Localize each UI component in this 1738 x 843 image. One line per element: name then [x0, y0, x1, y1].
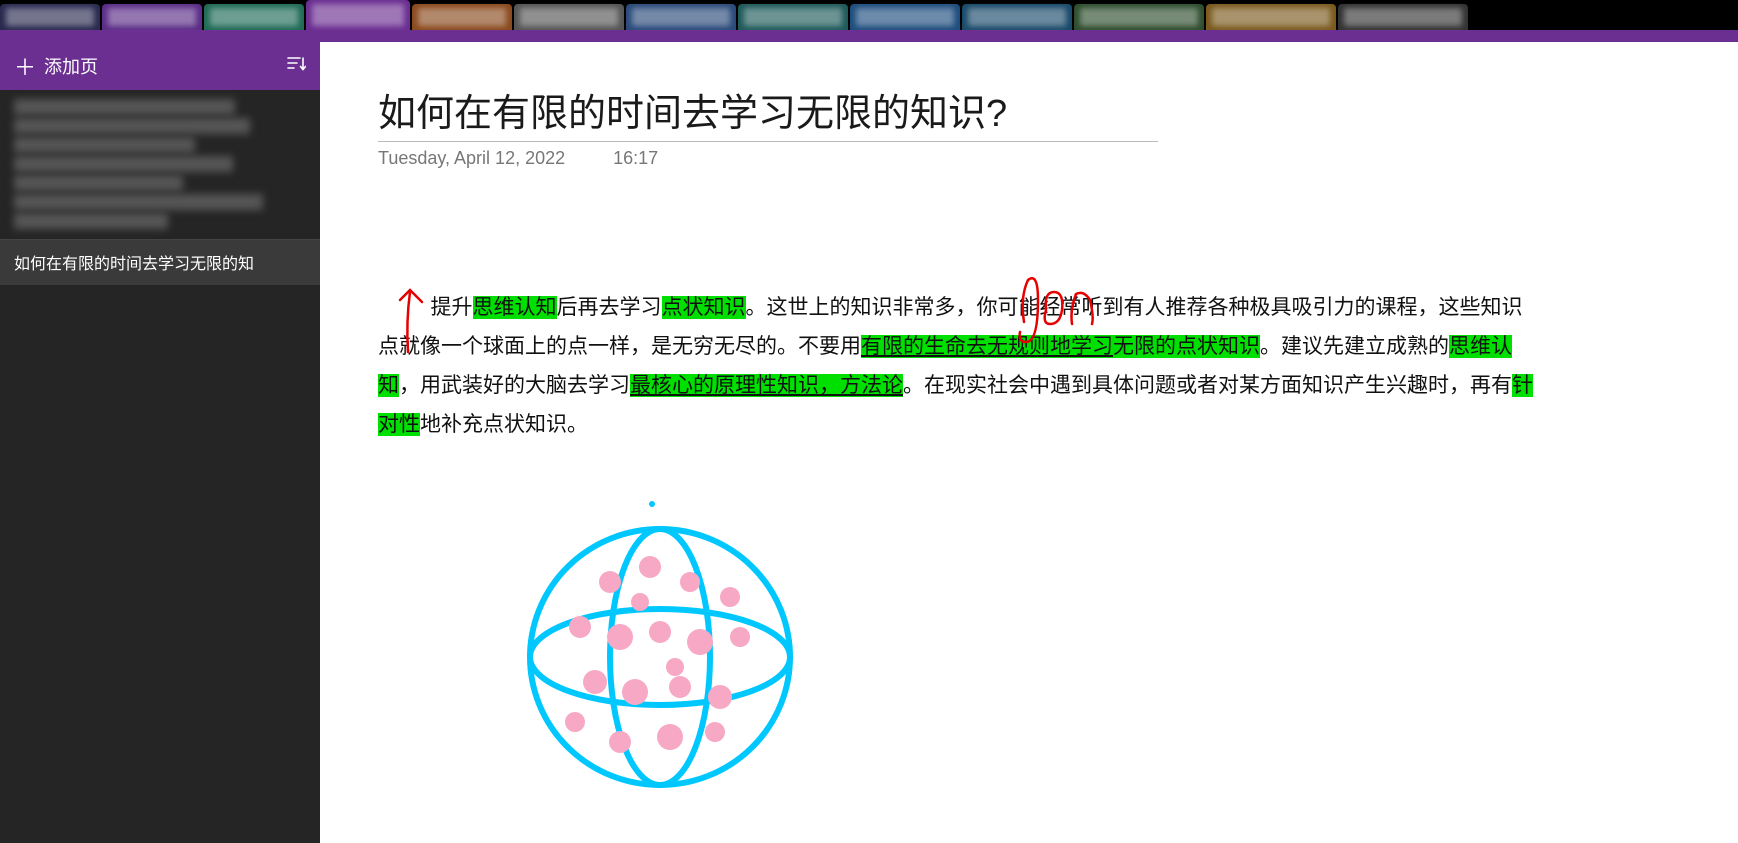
section-tab-label-redacted	[312, 4, 404, 26]
section-tab-label-redacted	[6, 8, 94, 26]
body-text: 地补充点状知识。	[420, 413, 588, 436]
note-canvas[interactable]: 如何在有限的时间去学习无限的知识? Tuesday, April 12, 202…	[320, 42, 1738, 843]
section-tab-label-redacted	[744, 8, 842, 26]
section-tab[interactable]	[626, 4, 736, 30]
section-tab[interactable]	[0, 4, 100, 30]
note-title[interactable]: 如何在有限的时间去学习无限的知识?	[378, 82, 1158, 142]
section-tab[interactable]	[102, 4, 202, 30]
highlighted-text: 有限的生命去无规则地学习	[861, 335, 1113, 358]
section-tab-label-redacted	[632, 8, 730, 26]
highlighted-text: 最核心的原理性知识，方法论	[630, 374, 903, 397]
note-meta: Tuesday, April 12, 2022 16:17	[378, 148, 1678, 169]
section-tab[interactable]	[412, 4, 512, 30]
body-text: 提升	[431, 296, 473, 319]
body-text: 。在现实社会中遇到具体问题或者对某方面知识产生兴趣时，再有	[903, 374, 1512, 397]
section-tab[interactable]	[962, 4, 1072, 30]
page-item-redacted-group[interactable]	[0, 90, 320, 239]
section-tab-label-redacted	[108, 8, 196, 26]
note-date: Tuesday, April 12, 2022	[378, 148, 565, 169]
add-page-button[interactable]: ＋ 添加页	[14, 50, 98, 82]
section-tab-label-redacted	[520, 8, 618, 26]
section-tab[interactable]	[738, 4, 848, 30]
add-page-label: 添加页	[44, 53, 98, 79]
cyan-sphere-ink	[530, 501, 790, 785]
highlighted-text: 点状知识	[662, 296, 746, 319]
section-tab[interactable]	[1338, 4, 1468, 30]
section-tab-label-redacted	[856, 8, 954, 26]
body-text: 。建议先建立成熟的	[1260, 335, 1449, 358]
page-list[interactable]: 如何在有限的时间去学习无限的知	[0, 90, 320, 843]
note-container: 如何在有限的时间去学习无限的知识? Tuesday, April 12, 202…	[378, 82, 1678, 444]
section-tab[interactable]	[1206, 4, 1336, 30]
section-tab[interactable]	[1074, 4, 1204, 30]
page-sidebar: ＋ 添加页 如何在有限的时间去学习无限的知	[0, 42, 320, 843]
section-tab-label-redacted	[968, 8, 1066, 26]
note-body[interactable]: 提升思维认知后再去学习点状知识。这世上的知识非常多，你可能经常听到有人推荐各种极…	[378, 289, 1538, 444]
section-tab-label-redacted	[1212, 8, 1330, 26]
pink-dots-ink	[565, 556, 750, 753]
sort-descending-icon	[286, 55, 306, 73]
note-time: 16:17	[613, 148, 658, 169]
highlighted-text: 无限的点状知识	[1113, 335, 1260, 358]
section-header-bar	[0, 30, 1738, 42]
plus-icon: ＋	[14, 50, 36, 82]
notebook-section-tabs	[0, 0, 1738, 30]
sort-pages-button[interactable]	[286, 55, 306, 78]
body-text: ，用武装好的大脑去学习	[399, 374, 630, 397]
highlighted-text: 思维认知	[473, 296, 557, 319]
section-tab[interactable]	[306, 0, 410, 30]
body-text: 后再去学习	[557, 296, 662, 319]
section-tab[interactable]	[850, 4, 960, 30]
section-tab-label-redacted	[1080, 8, 1198, 26]
section-tab[interactable]	[514, 4, 624, 30]
sidebar-toolbar: ＋ 添加页	[0, 42, 320, 90]
section-tab-label-redacted	[210, 8, 298, 26]
section-tab-label-redacted	[1344, 8, 1462, 26]
section-tab[interactable]	[204, 4, 304, 30]
workspace: ＋ 添加页 如何在有限的时间去学习无限的知 如何在有限的时间去学习无限的	[0, 42, 1738, 843]
section-tab-label-redacted	[418, 8, 506, 26]
page-item-selected[interactable]: 如何在有限的时间去学习无限的知	[0, 240, 320, 285]
